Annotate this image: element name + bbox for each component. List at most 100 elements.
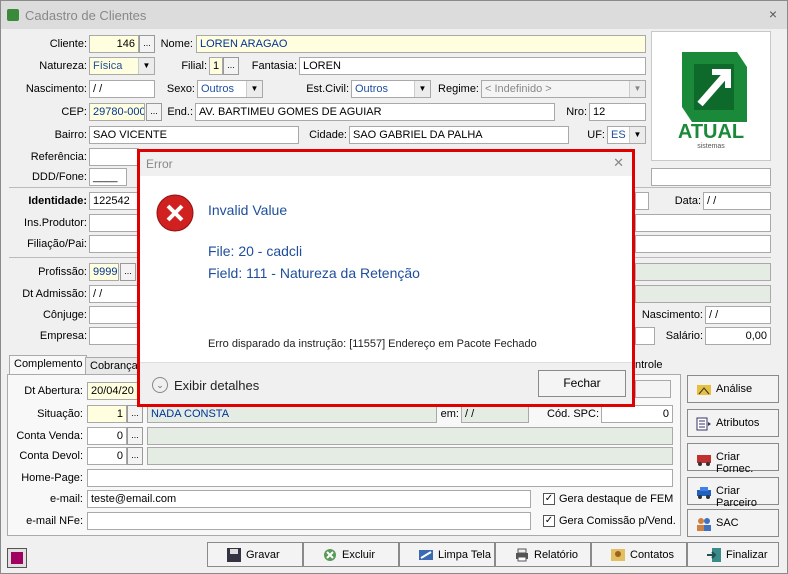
nro-field[interactable]: 12 — [589, 103, 646, 121]
close-icon[interactable]: × — [769, 6, 777, 22]
nro-label: Nro: — [566, 106, 587, 118]
situacao-field[interactable]: 1 — [87, 405, 127, 423]
fone-extra-field[interactable] — [651, 168, 771, 186]
relatorio-label: Relatório — [534, 549, 579, 561]
main-window: Cadastro de Clientes × Cliente: 146 ... … — [0, 0, 788, 574]
criar-parceiro-button[interactable]: Criar Parceiro — [687, 477, 779, 509]
filial-label: Filial: — [181, 60, 207, 72]
atributos-button[interactable]: Atributos — [687, 409, 779, 437]
filial-lookup-button[interactable]: ... — [223, 57, 239, 75]
spin-field[interactable] — [635, 380, 671, 398]
tab-cobranca[interactable]: Cobrança — [85, 357, 143, 375]
criar-parceiro-label: Criar Parceiro — [716, 485, 757, 509]
cliente-lookup-button[interactable]: ... — [139, 35, 155, 53]
criar-fornec-label: Criar Fornec. — [716, 451, 754, 475]
gravar-button[interactable]: Gravar — [207, 542, 303, 567]
profissao-label: Profissão: — [38, 266, 87, 278]
referencia-field[interactable] — [89, 148, 139, 166]
dtabertura-field[interactable]: 20/04/20 — [87, 382, 139, 400]
fantasia-label: Fantasia: — [251, 60, 297, 72]
mae-field[interactable] — [635, 235, 771, 253]
logo-subtext: sistemas — [697, 143, 725, 150]
tab-complemento[interactable]: Complemento — [9, 355, 88, 375]
situacao-lookup-button[interactable]: ... — [127, 405, 143, 423]
regime-select[interactable]: < Indefinido > ▼ — [481, 80, 646, 98]
cliente-field[interactable]: 146 — [89, 35, 139, 53]
fantasia-field[interactable]: LOREN — [299, 57, 646, 75]
nascimento2-field[interactable]: / / — [705, 306, 771, 324]
contatos-button[interactable]: Contatos — [591, 542, 687, 567]
orgao-field[interactable] — [635, 192, 649, 210]
contavenda-field[interactable]: 0 — [87, 427, 127, 445]
sexo-select[interactable]: Outros ▼ — [197, 80, 263, 98]
excluir-button[interactable]: Excluir — [303, 542, 399, 567]
analise-label: Análise — [716, 383, 753, 395]
sac-button[interactable]: SAC — [687, 509, 779, 537]
details-toggle[interactable]: Exibir detalhes — [174, 378, 259, 393]
cidade-field[interactable]: SAO GABRIEL DA PALHA — [349, 126, 569, 144]
error-icon — [156, 194, 194, 232]
chevron-down-icon: ▼ — [629, 81, 645, 97]
dialog-title: Error — [146, 157, 173, 171]
finalizar-button[interactable]: Finalizar — [687, 542, 779, 567]
referencia-label: Referência: — [30, 151, 87, 163]
gera-fem-checkbox[interactable]: ✓ — [543, 493, 555, 505]
window-title: Cadastro de Clientes — [25, 8, 147, 23]
chevron-down-icon[interactable]: ⌄ — [152, 377, 168, 393]
estcivil-select[interactable]: Outros ▼ — [351, 80, 431, 98]
criar-fornec-button[interactable]: Criar Fornec. — [687, 443, 779, 475]
em-label: em: — [440, 408, 459, 420]
chevron-down-icon: ▼ — [414, 81, 430, 97]
homepage-field[interactable] — [87, 469, 673, 487]
fechar-button[interactable]: Fechar — [538, 370, 626, 397]
identidade-label: Identidade: — [28, 195, 87, 207]
cep-lookup-button[interactable]: ... — [146, 103, 162, 121]
cep-field[interactable]: 29780-000 — [89, 103, 145, 121]
codspc-field[interactable]: 0 — [601, 405, 673, 423]
limpa-tela-button[interactable]: Limpa Tela — [399, 542, 495, 567]
uf-select[interactable]: ES ▼ — [607, 126, 646, 144]
profissao-field[interactable]: 9999 — [89, 263, 119, 281]
em-field[interactable]: / / — [461, 405, 529, 423]
identidade-field[interactable]: 122542 — [89, 192, 139, 210]
gera-comissao-checkbox[interactable]: ✓ — [543, 515, 555, 527]
dialog-close-icon[interactable]: ✕ — [613, 155, 624, 171]
email-field[interactable]: teste@email.com — [87, 490, 531, 508]
nome-field[interactable]: LOREN ARAGAO — [196, 35, 646, 53]
bairro-field[interactable]: SAO VICENTE — [89, 126, 299, 144]
relatorio-button[interactable]: Relatório — [495, 542, 591, 567]
list-icon — [696, 417, 711, 431]
contadevol-lookup-button[interactable]: ... — [127, 447, 143, 465]
salario-field[interactable]: 0,00 — [705, 327, 771, 345]
nascimento-field[interactable]: / / — [89, 80, 155, 98]
filiacao-field[interactable] — [89, 235, 139, 253]
truck-icon — [697, 455, 711, 466]
filiacao-label: Filiação/Pai: — [27, 238, 87, 250]
contadevol-field[interactable]: 0 — [87, 447, 127, 465]
dtabertura-label: Dt Abertura: — [24, 385, 83, 397]
insprodutor-field[interactable] — [89, 214, 139, 232]
chevron-down-icon: ▼ — [246, 81, 262, 97]
empresa-field[interactable] — [89, 327, 139, 345]
filial-field[interactable]: 1 — [209, 57, 223, 75]
analise-icon — [697, 385, 711, 395]
analise-button[interactable]: Análise — [687, 375, 779, 403]
ddd-field[interactable]: ____ — [89, 168, 127, 186]
dddfone-label: DDD/Fone: — [31, 171, 87, 183]
insprodutor-extra-field[interactable] — [635, 214, 771, 232]
dtadmissao-field[interactable]: / / — [89, 285, 139, 303]
profissao-lookup-button[interactable]: ... — [120, 263, 136, 281]
endereco-field[interactable]: AV. BARTIMEU GOMES DE AGUIAR — [195, 103, 555, 121]
empresa-extra-field[interactable] — [635, 327, 655, 345]
save-indicator-icon[interactable] — [7, 548, 27, 568]
clear-icon — [419, 550, 433, 560]
contavenda-lookup-button[interactable]: ... — [127, 427, 143, 445]
emailnfe-field[interactable] — [87, 512, 531, 530]
tab-controle[interactable]: ntrole — [631, 357, 667, 375]
cliente-label: Cliente: — [49, 38, 87, 50]
natureza-select[interactable]: Física ▼ — [89, 57, 155, 75]
data-field[interactable]: / / — [703, 192, 771, 210]
empresa-label: Empresa: — [39, 330, 87, 342]
contatos-label: Contatos — [630, 549, 675, 561]
conjuge-field[interactable] — [89, 306, 139, 324]
